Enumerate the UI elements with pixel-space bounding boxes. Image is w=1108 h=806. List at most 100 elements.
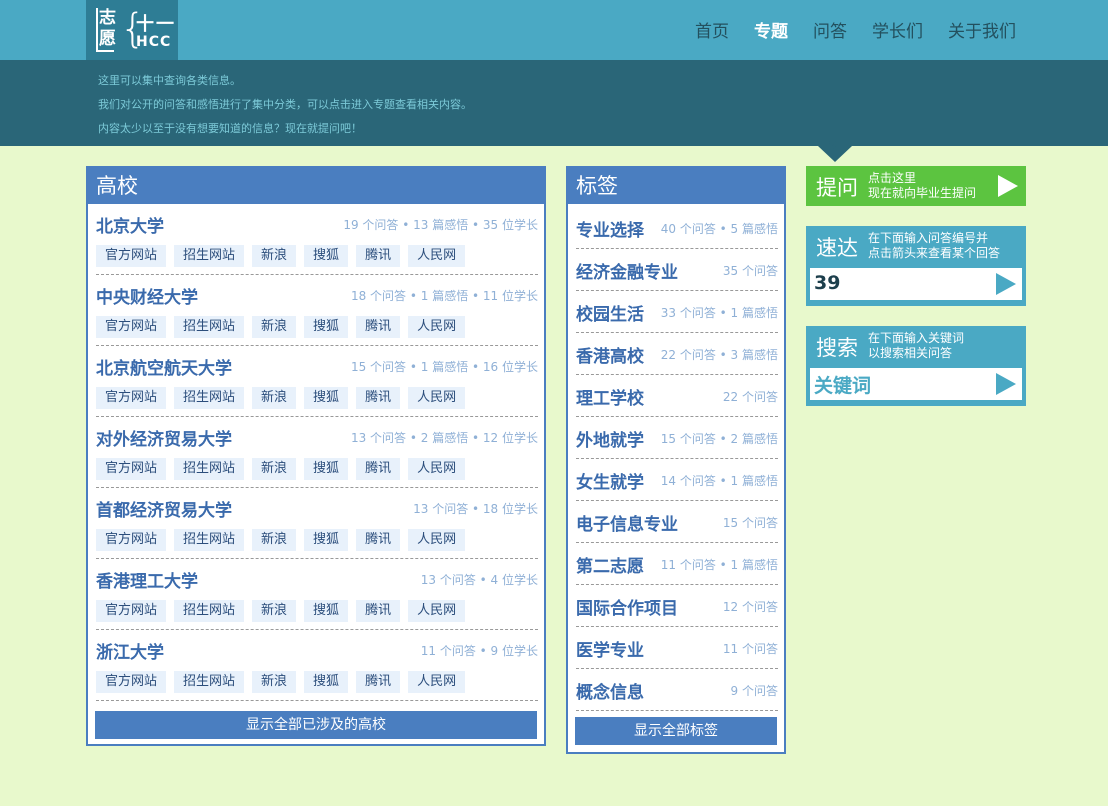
ask-question-button[interactable]: 提问 点击这里 现在就向毕业生提问 (806, 166, 1026, 206)
university-link[interactable]: 腾讯 (356, 600, 401, 622)
top-bar: 志 愿 { 十一 HCC 首页 专题 问答 学长们 关于我们 (0, 0, 1108, 60)
university-link[interactable]: 人民网 (408, 316, 466, 338)
university-link[interactable]: 新浪 (252, 600, 297, 622)
university-link[interactable]: 腾讯 (356, 387, 401, 409)
tag-name[interactable]: 概念信息 (576, 678, 644, 703)
university-link[interactable]: 搜狐 (304, 316, 349, 338)
university-name[interactable]: 香港理工大学 (96, 567, 198, 592)
university-name[interactable]: 北京航空航天大学 (96, 354, 232, 379)
university-link[interactable]: 新浪 (252, 387, 297, 409)
university-link[interactable]: 招生网站 (174, 245, 245, 267)
tag-row[interactable]: 经济金融专业 35 个问答 (576, 249, 778, 291)
university-link[interactable]: 搜狐 (304, 600, 349, 622)
search-arrow-icon[interactable] (996, 373, 1016, 395)
tag-stats: 35 个问答 (722, 264, 778, 278)
university-link[interactable]: 新浪 (252, 671, 297, 693)
nav-home[interactable]: 首页 (695, 17, 729, 42)
university-link[interactable]: 官方网站 (96, 529, 167, 551)
university-link[interactable]: 人民网 (408, 671, 466, 693)
university-link[interactable]: 招生网站 (174, 671, 245, 693)
tag-name[interactable]: 女生就学 (576, 468, 644, 493)
university-link[interactable]: 人民网 (408, 458, 466, 480)
university-link[interactable]: 新浪 (252, 245, 297, 267)
university-name[interactable]: 中央财经大学 (96, 283, 198, 308)
university-name[interactable]: 对外经济贸易大学 (96, 425, 232, 450)
nav-topics[interactable]: 专题 (754, 17, 788, 42)
tag-name[interactable]: 国际合作项目 (576, 594, 678, 619)
show-all-universities-button[interactable]: 显示全部已涉及的高校 (95, 711, 537, 739)
university-link[interactable]: 搜狐 (304, 529, 349, 551)
university-link[interactable]: 招生网站 (174, 387, 245, 409)
university-link[interactable]: 搜狐 (304, 458, 349, 480)
university-link[interactable]: 招生网站 (174, 458, 245, 480)
tag-row[interactable]: 专业选择 40 个问答 • 5 篇感悟 (576, 207, 778, 249)
university-row: 香港理工大学 13 个问答 • 4 位学长官方网站 招生网站 新浪 搜狐 腾讯 人民网 (96, 559, 538, 630)
tag-row[interactable]: 香港高校 22 个问答 • 3 篇感悟 (576, 333, 778, 375)
university-links: 官方网站 招生网站 新浪 搜狐 腾讯 人民网 (96, 316, 466, 338)
tag-name[interactable]: 外地就学 (576, 426, 644, 451)
tag-name[interactable]: 香港高校 (576, 342, 644, 367)
nav-qa[interactable]: 问答 (813, 17, 847, 42)
tag-name[interactable]: 第二志愿 (576, 552, 644, 577)
university-link[interactable]: 搜狐 (304, 245, 349, 267)
university-link[interactable]: 搜狐 (304, 671, 349, 693)
university-name[interactable]: 浙江大学 (96, 638, 164, 663)
university-link[interactable]: 腾讯 (356, 671, 401, 693)
university-link[interactable]: 官方网站 (96, 316, 167, 338)
university-link[interactable]: 招生网站 (174, 529, 245, 551)
university-stats: 13 个问答 • 4 位学长 (420, 573, 538, 587)
tag-name[interactable]: 理工学校 (576, 384, 644, 409)
tag-name[interactable]: 专业选择 (576, 216, 644, 241)
main-nav: 首页 专题 问答 学长们 关于我们 (695, 17, 1016, 42)
qa-number-input[interactable]: 39 (814, 272, 840, 294)
university-links: 官方网站 招生网站 新浪 搜狐 腾讯 人民网 (96, 600, 466, 622)
university-link[interactable]: 搜狐 (304, 387, 349, 409)
question-mark-icon: ? (828, 138, 838, 158)
logo-number: 十一 (136, 14, 176, 35)
university-link[interactable]: 腾讯 (356, 245, 401, 267)
tag-row[interactable]: 外地就学 15 个问答 • 2 篇感悟 (576, 417, 778, 459)
university-link[interactable]: 官方网站 (96, 600, 167, 622)
university-link[interactable]: 招生网站 (174, 600, 245, 622)
tag-row[interactable]: 校园生活 33 个问答 • 1 篇感悟 (576, 291, 778, 333)
university-link[interactable]: 腾讯 (356, 458, 401, 480)
intro-line-1: 这里可以集中查询各类信息。 (98, 74, 241, 87)
tag-row[interactable]: 理工学校 22 个问答 (576, 375, 778, 417)
site-logo[interactable]: 志 愿 { 十一 HCC (86, 0, 178, 60)
university-link[interactable]: 新浪 (252, 316, 297, 338)
university-link[interactable]: 人民网 (408, 529, 466, 551)
tag-name[interactable]: 校园生活 (576, 300, 644, 325)
university-link[interactable]: 人民网 (408, 387, 466, 409)
tag-row[interactable]: 概念信息 9 个问答 (576, 669, 778, 711)
tag-name[interactable]: 电子信息专业 (576, 510, 678, 535)
university-link[interactable]: 人民网 (408, 600, 466, 622)
university-link[interactable]: 新浪 (252, 529, 297, 551)
university-name[interactable]: 首都经济贸易大学 (96, 496, 232, 521)
show-all-tags-button[interactable]: 显示全部标签 (575, 717, 777, 745)
nav-about[interactable]: 关于我们 (948, 17, 1016, 42)
tag-name[interactable]: 医学专业 (576, 636, 644, 661)
nav-seniors[interactable]: 学长们 (872, 17, 923, 42)
tag-row[interactable]: 医学专业 11 个问答 (576, 627, 778, 669)
go-arrow-icon[interactable] (996, 273, 1016, 295)
search-input[interactable]: 关键词 (814, 371, 871, 398)
university-link[interactable]: 人民网 (408, 245, 466, 267)
university-link[interactable]: 官方网站 (96, 245, 167, 267)
university-link[interactable]: 官方网站 (96, 458, 167, 480)
university-link[interactable]: 新浪 (252, 458, 297, 480)
tag-row[interactable]: 女生就学 14 个问答 • 1 篇感悟 (576, 459, 778, 501)
university-link[interactable]: 腾讯 (356, 529, 401, 551)
university-link[interactable]: 官方网站 (96, 671, 167, 693)
university-row: 北京航空航天大学 15 个问答 • 1 篇感悟 • 16 位学长 官方网站 招生网站新… (96, 346, 538, 417)
tag-stats: 15 个问答 (722, 516, 778, 530)
tag-stats: 22 个问答 (722, 390, 778, 404)
university-name[interactable]: 北京大学 (96, 212, 164, 237)
ask-label: 提问 (816, 176, 858, 200)
tag-row[interactable]: 电子信息专业 15 个问答 (576, 501, 778, 543)
university-link[interactable]: 腾讯 (356, 316, 401, 338)
university-link[interactable]: 招生网站 (174, 316, 245, 338)
tag-name[interactable]: 经济金融专业 (576, 258, 678, 283)
tag-row[interactable]: 国际合作项目 12 个问答 (576, 585, 778, 627)
tag-row[interactable]: 第二志愿 11 个问答 • 1 篇感悟 (576, 543, 778, 585)
university-link[interactable]: 官方网站 (96, 387, 167, 409)
